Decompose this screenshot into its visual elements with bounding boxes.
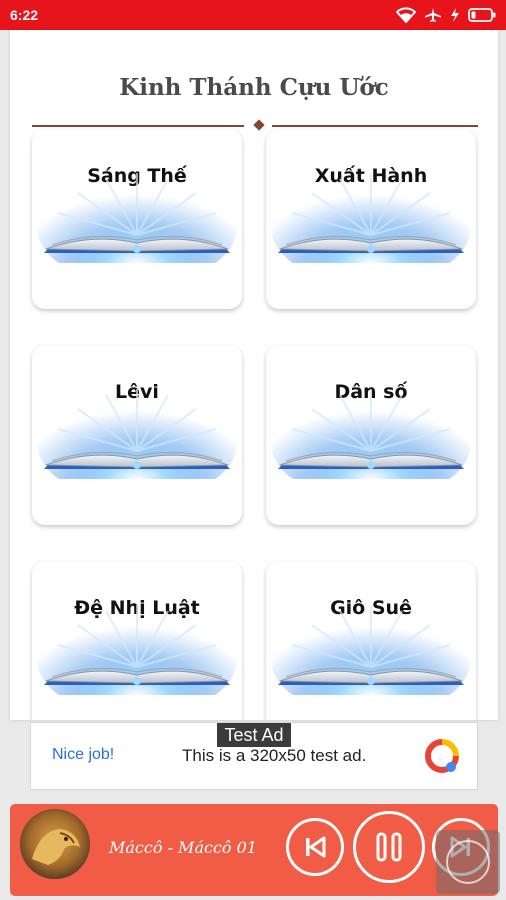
airplane-icon (425, 8, 441, 22)
previous-button[interactable] (286, 818, 344, 876)
pause-icon (376, 832, 402, 862)
book-tile-levi[interactable]: Lêvi (32, 345, 242, 525)
book-tile-gio-sue[interactable]: Giô Suê (266, 561, 476, 720)
book-tile-dan-so[interactable]: Dân số (266, 345, 476, 525)
ad-text[interactable]: This is a 320x50 test ad. (182, 746, 366, 766)
book-tile-sang-the[interactable]: Sáng Thế (32, 129, 242, 309)
charging-bolt-icon (451, 8, 459, 22)
page-title: Kinh Thánh Cựu Ước (119, 74, 389, 101)
open-book-icon (270, 384, 472, 479)
divider-ornament (253, 119, 265, 131)
track-thumbnail[interactable] (20, 809, 90, 879)
status-bar: 6:22 (0, 0, 506, 30)
book-tile-de-nhi-luat[interactable]: Đệ Nhị Luật (32, 561, 242, 720)
open-book-icon (270, 600, 472, 695)
open-book-icon (36, 168, 238, 263)
book-list-card: Kinh Thánh Cựu Ước Sáng Thế Xuất Hành Lê… (10, 30, 498, 720)
open-book-icon (36, 600, 238, 695)
ad-choices-logo-icon[interactable] (423, 737, 461, 775)
track-title: Máccô - Máccô 01 (109, 838, 257, 857)
battery-charging-icon (468, 8, 496, 22)
ad-nice-label[interactable]: Nice job! (52, 746, 114, 764)
pause-button[interactable] (353, 811, 425, 883)
open-book-icon (36, 384, 238, 479)
previous-icon (306, 836, 326, 858)
wifi-icon (396, 7, 416, 23)
book-tile-xuat-hanh[interactable]: Xuất Hành (266, 129, 476, 309)
lion-artwork-icon (20, 809, 90, 879)
title-divider-right (272, 125, 478, 127)
mini-player[interactable]: Máccô - Máccô 01 (10, 804, 498, 896)
status-time: 6:22 (10, 7, 39, 23)
ad-tag: Test Ad (217, 723, 291, 747)
open-book-icon (270, 168, 472, 263)
title-divider-left (32, 125, 244, 127)
status-icons (396, 7, 496, 23)
overlay-ring-icon (446, 840, 490, 884)
